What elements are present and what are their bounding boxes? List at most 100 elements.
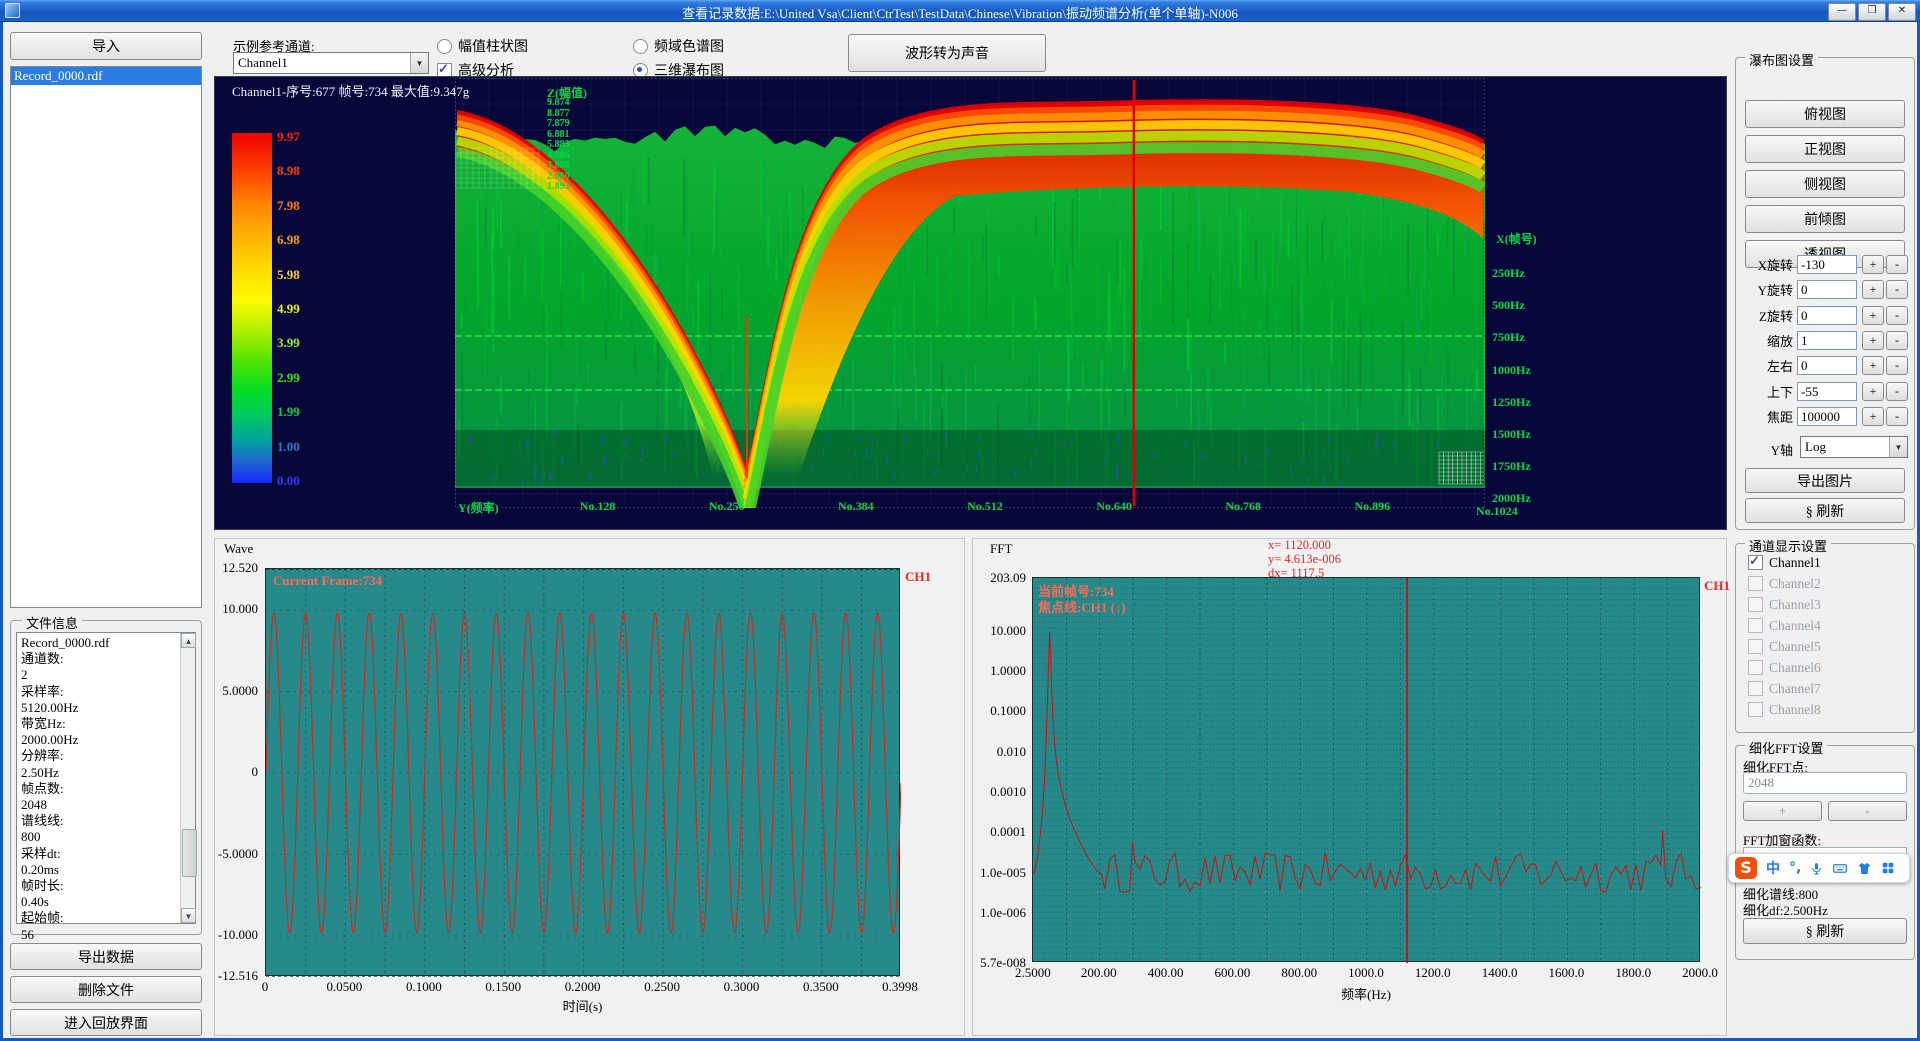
- display-mode-option[interactable]: 频域色谱图: [633, 34, 829, 58]
- option-control-icon[interactable]: [437, 39, 452, 54]
- colorbar-label: 1.00: [277, 439, 300, 455]
- waterfall-refresh-button[interactable]: § 刷新: [1745, 498, 1905, 523]
- wave-plot[interactable]: [265, 568, 900, 976]
- channel-checkbox-icon[interactable]: [1748, 639, 1763, 654]
- view-button[interactable]: 俯视图: [1745, 100, 1905, 128]
- fft-points-minus-button[interactable]: -: [1828, 801, 1907, 821]
- channel-checkbox-row[interactable]: Channel8: [1748, 699, 1821, 720]
- wave-x-axis: 00.05000.10000.15000.20000.25000.30000.3…: [265, 979, 900, 995]
- increment-button[interactable]: +: [1862, 306, 1884, 325]
- decrement-button[interactable]: -: [1886, 331, 1908, 350]
- fft-points-plus-button[interactable]: +: [1743, 801, 1822, 821]
- increment-button[interactable]: +: [1862, 356, 1884, 375]
- channel-checkbox-row[interactable]: Channel4: [1748, 615, 1821, 636]
- chevron-down-icon[interactable]: ▼: [1889, 437, 1907, 457]
- channel-checkbox-icon[interactable]: [1748, 618, 1763, 633]
- channel-checkbox-row[interactable]: Channel5: [1748, 636, 1821, 657]
- spinner-input[interactable]: 0: [1797, 306, 1857, 325]
- wave-x-tick: 0.1500: [485, 979, 521, 995]
- spinner-input[interactable]: 0: [1797, 356, 1857, 375]
- option-control-icon[interactable]: [633, 39, 648, 54]
- increment-button[interactable]: +: [1862, 255, 1884, 274]
- fileinfo-line: 0.40s: [21, 894, 176, 910]
- frame-tick: No.768: [1179, 499, 1308, 514]
- channel-select[interactable]: Channel1 ▼: [233, 52, 429, 74]
- channel-checkbox-row[interactable]: Channel7: [1748, 678, 1821, 699]
- channel-checkbox-icon[interactable]: [1748, 555, 1763, 570]
- colorbar-label: 7.98: [277, 198, 300, 214]
- punctuation-icon[interactable]: °,: [1789, 860, 1801, 876]
- file-list-item[interactable]: Record_0000.rdf: [11, 67, 201, 85]
- microphone-icon[interactable]: [1810, 861, 1823, 876]
- fft-y-tick: 1.0000: [990, 663, 1026, 679]
- enter-playback-button[interactable]: 进入回放界面: [10, 1009, 202, 1036]
- toolbox-icon[interactable]: [1881, 861, 1895, 875]
- yaxis-mode-label: Y轴: [1741, 440, 1793, 459]
- skin-icon[interactable]: [1857, 861, 1872, 876]
- channel-checkbox-icon[interactable]: [1748, 597, 1763, 612]
- fft-refresh-button[interactable]: § 刷新: [1743, 918, 1907, 944]
- increment-button[interactable]: +: [1862, 331, 1884, 350]
- increment-button[interactable]: +: [1862, 382, 1884, 401]
- fft-x-tick: 800.00: [1281, 965, 1317, 981]
- fft-plot[interactable]: [1032, 577, 1700, 962]
- spinner-input[interactable]: -130: [1797, 255, 1857, 274]
- fileinfo-scrollbar[interactable]: ▲ ▼: [180, 633, 195, 923]
- increment-button[interactable]: +: [1862, 280, 1884, 299]
- channel-checkbox-icon[interactable]: [1748, 702, 1763, 717]
- view-button[interactable]: 前倾图: [1745, 205, 1905, 233]
- fft-x-tick: 200.00: [1081, 965, 1117, 981]
- view-button[interactable]: 正视图: [1745, 135, 1905, 163]
- channel-checkbox-row[interactable]: Channel1: [1748, 552, 1821, 573]
- fft-x-tick: 1400.0: [1482, 965, 1518, 981]
- minimize-button[interactable]: —: [1828, 3, 1856, 21]
- delete-file-button[interactable]: 删除文件: [10, 976, 202, 1003]
- yaxis-mode-select[interactable]: Log ▼: [1800, 436, 1908, 458]
- close-button[interactable]: ✕: [1888, 3, 1916, 21]
- fileinfo-line: 起始帧:: [21, 910, 176, 926]
- spinner-input[interactable]: 100000: [1797, 407, 1857, 426]
- scrollbar-thumb[interactable]: [182, 829, 197, 877]
- channel-checkbox-row[interactable]: Channel2: [1748, 573, 1821, 594]
- decrement-button[interactable]: -: [1886, 356, 1908, 375]
- channel-select-value: Channel1: [234, 55, 288, 71]
- spinner-label: Y旋转: [1741, 280, 1793, 299]
- keyboard-icon[interactable]: [1832, 861, 1848, 876]
- scroll-down-icon[interactable]: ▼: [181, 908, 196, 923]
- file-list[interactable]: Record_0000.rdf: [10, 66, 202, 608]
- wave-to-sound-button[interactable]: 波形转为声音: [848, 34, 1046, 72]
- waterfall-plot[interactable]: [455, 78, 1485, 508]
- decrement-button[interactable]: -: [1886, 382, 1908, 401]
- spinner-input[interactable]: 1: [1797, 331, 1857, 350]
- channel-checkbox-icon[interactable]: [1748, 576, 1763, 591]
- fft-x-tick: 2000.0: [1682, 965, 1718, 981]
- decrement-button[interactable]: -: [1886, 255, 1908, 274]
- ime-toolbar[interactable]: S 中 °,: [1728, 853, 1910, 883]
- decrement-button[interactable]: -: [1886, 407, 1908, 426]
- decrement-button[interactable]: -: [1886, 280, 1908, 299]
- display-mode-option[interactable]: 幅值柱状图: [437, 34, 633, 58]
- view-button[interactable]: 侧视图: [1745, 170, 1905, 198]
- chevron-down-icon[interactable]: ▼: [410, 53, 428, 73]
- export-image-button[interactable]: 导出图片: [1745, 468, 1905, 493]
- channel-checkbox-icon[interactable]: [1748, 681, 1763, 696]
- decrement-button[interactable]: -: [1886, 306, 1908, 325]
- import-button[interactable]: 导入: [10, 32, 202, 60]
- fft-y-tick: 0.0010: [990, 784, 1026, 800]
- fft-legend: CH1: [1704, 578, 1730, 594]
- fft-points-input[interactable]: 2048: [1743, 772, 1907, 794]
- scroll-up-icon[interactable]: ▲: [181, 633, 196, 648]
- channel-checkbox-row[interactable]: Channel6: [1748, 657, 1821, 678]
- sogou-logo-icon[interactable]: S: [1735, 857, 1757, 879]
- channel-checkbox-icon[interactable]: [1748, 660, 1763, 675]
- export-data-button[interactable]: 导出数据: [10, 943, 202, 970]
- waterfall-depth-axis-label: X(帧号): [1496, 230, 1537, 247]
- maximize-button[interactable]: ❐: [1858, 3, 1886, 21]
- fileinfo-line: Record_0000.rdf: [21, 635, 176, 651]
- chinese-mode-icon[interactable]: 中: [1766, 858, 1780, 878]
- spinner-input[interactable]: -55: [1797, 382, 1857, 401]
- increment-button[interactable]: +: [1862, 407, 1884, 426]
- spinner-input[interactable]: 0: [1797, 280, 1857, 299]
- wave-x-tick: 0.2500: [644, 979, 680, 995]
- channel-checkbox-row[interactable]: Channel3: [1748, 594, 1821, 615]
